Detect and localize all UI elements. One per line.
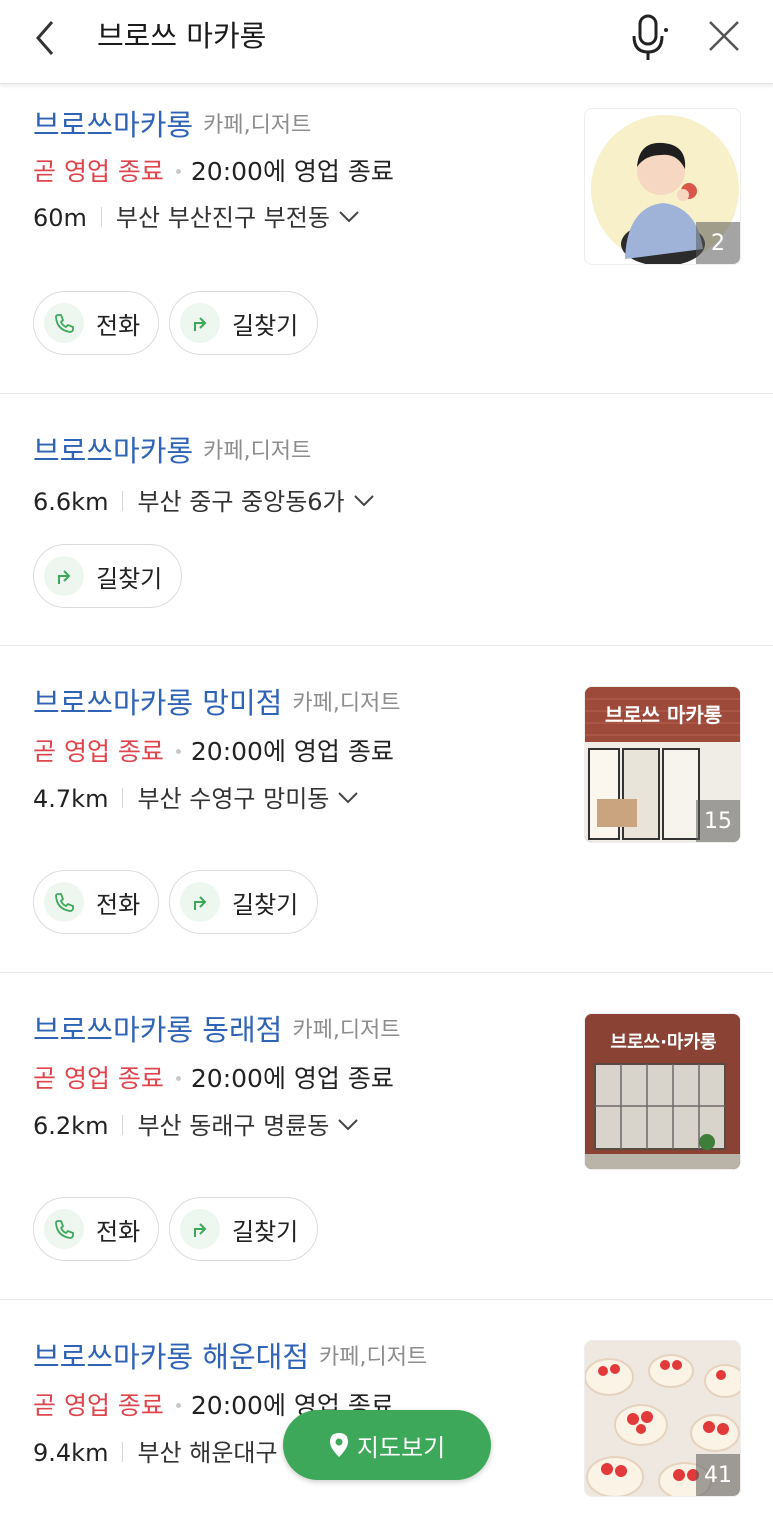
microphone-icon <box>632 14 668 60</box>
chevron-down-icon[interactable] <box>337 1118 359 1132</box>
directions-button[interactable]: 길찾기 <box>33 544 182 608</box>
directions-label: 길찾기 <box>232 1217 299 1246</box>
business-status: 곧 영업 종료 <box>33 737 164 766</box>
address: 부산 부산진구 부전동 <box>115 204 330 232</box>
directions-label: 길찾기 <box>232 311 299 340</box>
directions-label: 길찾기 <box>96 564 163 593</box>
view-map-button[interactable]: 지도보기 <box>283 1410 491 1480</box>
address: 부산 수영구 망미동 <box>137 785 330 813</box>
directions-icon <box>180 303 220 343</box>
directions-button[interactable]: 길찾기 <box>169 291 318 355</box>
separator-dot <box>175 1402 181 1408</box>
divider <box>122 1442 124 1462</box>
phone-icon <box>44 303 84 343</box>
close-icon <box>709 21 739 51</box>
call-button[interactable]: 전화 <box>33 1197 159 1261</box>
place-photo[interactable]: 41 <box>584 1340 741 1497</box>
directions-icon <box>44 556 84 596</box>
phone-icon <box>44 882 84 922</box>
place-name[interactable]: 브로쓰마카롱 <box>33 108 193 142</box>
place-category: 카페,디저트 <box>292 691 401 716</box>
result-item[interactable]: 브로쓰마카롱 동래점 카페,디저트 곧 영업 종료 20:00에 영업 종료 6.2… <box>0 973 773 1300</box>
business-hours: 20:00에 영업 종료 <box>190 737 394 766</box>
phone-icon <box>44 1209 84 1249</box>
store-sign: 브로쓰 마카롱 <box>604 703 723 727</box>
result-item[interactable]: 브로쓰마카롱 카페,디저트 6.6km 부산 중구 중앙동6가 길찾기 <box>0 394 773 646</box>
result-item[interactable]: 브로쓰마카롱 망미점 카페,디저트 곧 영업 종료 20:00에 영업 종료 4.7… <box>0 646 773 973</box>
view-map-label: 지도보기 <box>356 1433 446 1462</box>
call-button[interactable]: 전화 <box>33 870 159 934</box>
place-name[interactable]: 브로쓰마카롱 <box>33 434 193 468</box>
address: 부산 동래구 명륜동 <box>137 1112 330 1140</box>
business-status: 곧 영업 종료 <box>33 157 164 186</box>
business-hours: 20:00에 영업 종료 <box>190 1064 394 1093</box>
place-name[interactable]: 브로쓰마카롱 동래점 <box>33 1013 282 1047</box>
search-header: 브로쓰 마카롱 <box>0 0 773 84</box>
place-photo[interactable]: 브로쓰 마카롱 15 <box>584 686 741 843</box>
place-photo[interactable]: 2 <box>584 108 741 265</box>
chevron-down-icon[interactable] <box>338 210 360 224</box>
business-hours: 20:00에 영업 종료 <box>190 157 394 186</box>
clear-search-button[interactable] <box>702 14 746 58</box>
store-sign: 브로쓰·마카롱 <box>610 1032 717 1053</box>
directions-icon <box>180 1209 220 1249</box>
directions-label: 길찾기 <box>232 890 299 919</box>
map-pin-icon <box>329 1433 348 1457</box>
call-label: 전화 <box>96 311 141 340</box>
place-category: 카페,디저트 <box>319 1345 428 1370</box>
place-category: 카페,디저트 <box>203 439 312 464</box>
result-item[interactable]: 브로쓰마카롱 카페,디저트 곧 영업 종료 20:00에 영업 종료 60m 부산 부… <box>0 84 773 394</box>
place-name[interactable]: 브로쓰마카롱 해운대점 <box>33 1340 309 1374</box>
address: 부산 중구 중앙동6가 <box>137 488 345 516</box>
call-label: 전화 <box>96 890 141 919</box>
voice-search-button[interactable] <box>626 12 670 62</box>
distance: 4.7km <box>33 785 109 813</box>
photo-count: 41 <box>696 1454 740 1496</box>
call-label: 전화 <box>96 1217 141 1246</box>
chevron-left-icon <box>36 21 54 55</box>
separator-dot <box>175 168 181 174</box>
place-photo[interactable]: 브로쓰·마카롱 <box>584 1013 741 1170</box>
divider <box>122 1115 124 1135</box>
separator-dot <box>175 748 181 754</box>
chevron-down-icon[interactable] <box>337 791 359 805</box>
place-category: 카페,디저트 <box>292 1018 401 1043</box>
photo-count: 15 <box>696 800 740 842</box>
directions-button[interactable]: 길찾기 <box>169 1197 318 1261</box>
search-query[interactable]: 브로쓰 마카롱 <box>97 16 266 56</box>
directions-button[interactable]: 길찾기 <box>169 870 318 934</box>
divider <box>122 491 124 511</box>
photo-count: 2 <box>696 222 740 264</box>
directions-icon <box>180 882 220 922</box>
business-status: 곧 영업 종료 <box>33 1064 164 1093</box>
distance: 6.2km <box>33 1112 109 1140</box>
divider <box>100 207 102 227</box>
distance: 6.6km <box>33 488 109 516</box>
address: 부산 해운대구 <box>137 1439 278 1467</box>
back-button[interactable] <box>26 16 66 60</box>
place-name[interactable]: 브로쓰마카롱 망미점 <box>33 686 282 720</box>
distance: 9.4km <box>33 1439 109 1467</box>
divider <box>122 788 124 808</box>
chevron-down-icon[interactable] <box>353 494 375 508</box>
call-button[interactable]: 전화 <box>33 291 159 355</box>
separator-dot <box>175 1075 181 1081</box>
business-status: 곧 영업 종료 <box>33 1391 164 1420</box>
place-category: 카페,디저트 <box>203 113 312 138</box>
distance: 60m <box>33 204 87 232</box>
